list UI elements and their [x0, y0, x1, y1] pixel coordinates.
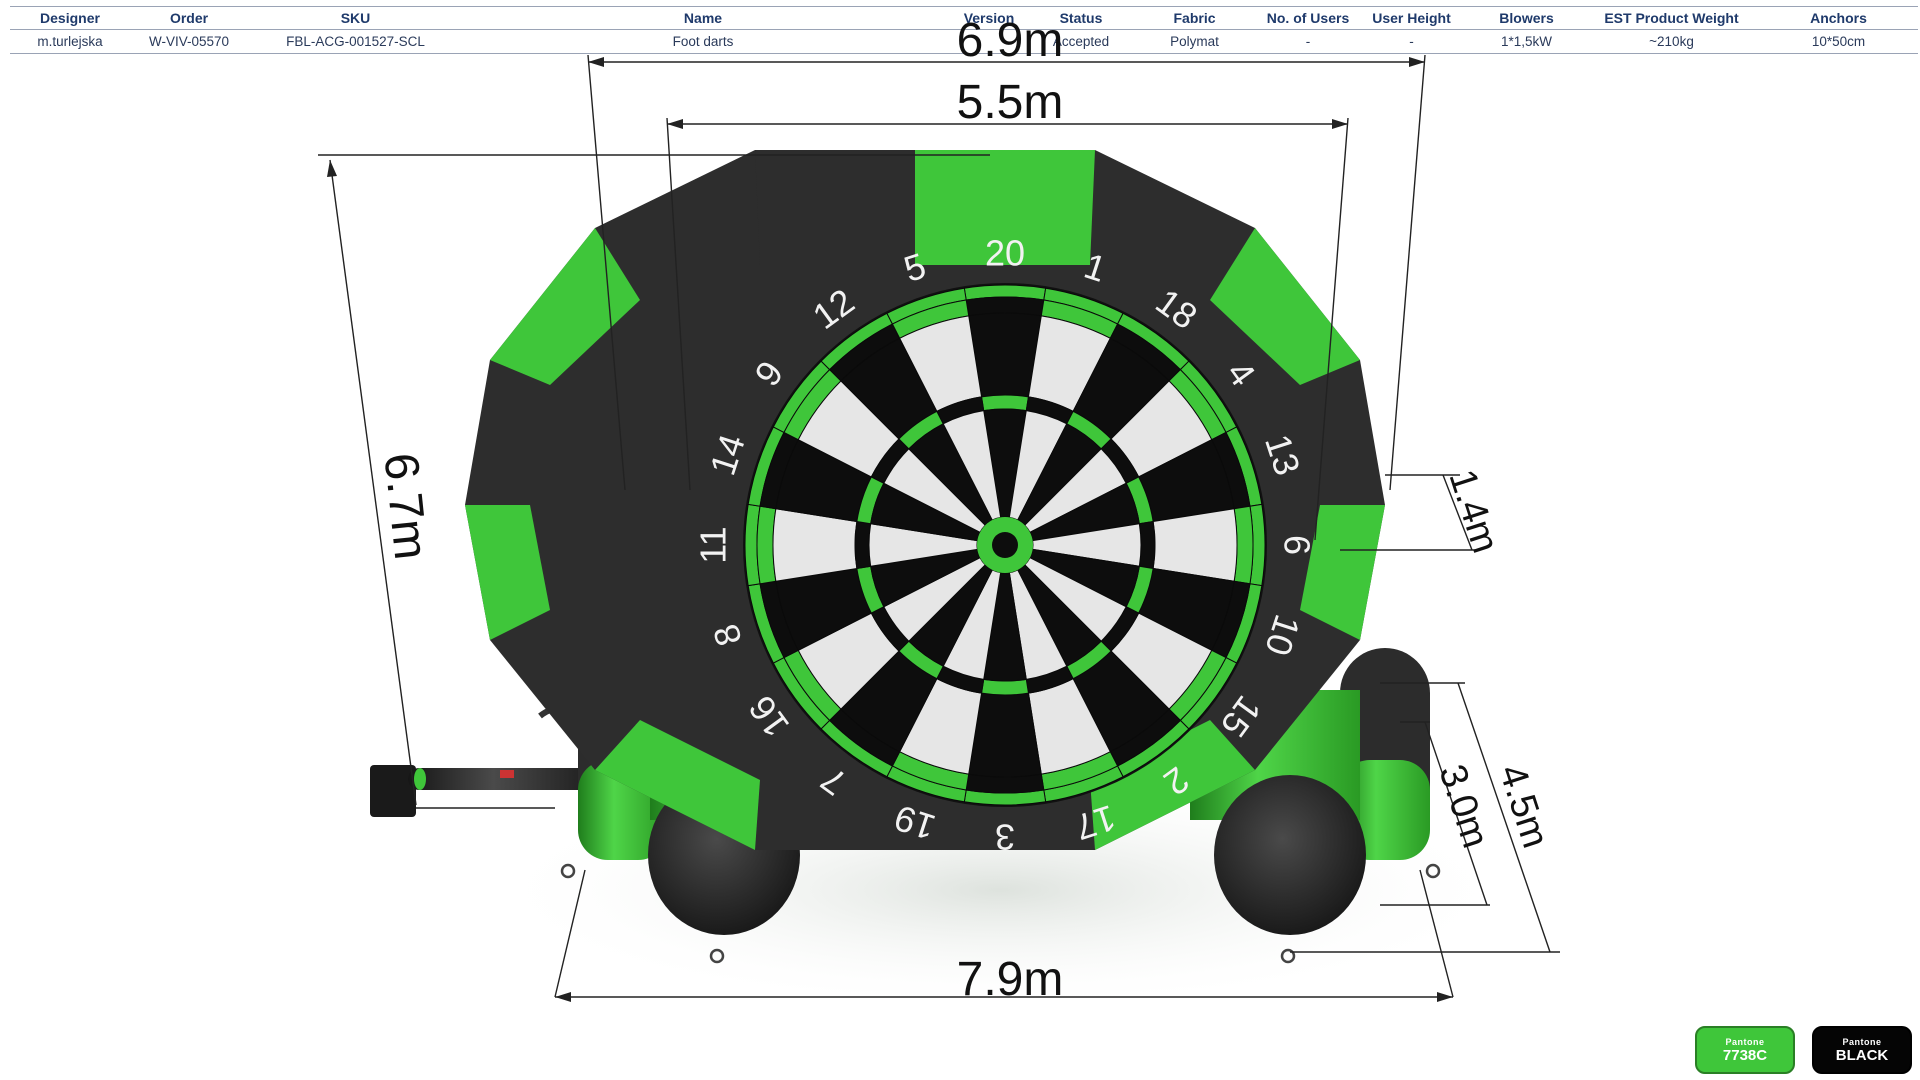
board-number: 3 — [995, 817, 1015, 858]
board-number: 6 — [1277, 535, 1318, 555]
board-segment — [980, 394, 1030, 412]
pantone-green-swatch: Pantone 7738C — [1695, 1026, 1795, 1074]
dim-base-width: 7.9m — [957, 953, 1064, 1006]
dim-top-width: 6.9m — [957, 14, 1064, 67]
board-segment — [1138, 520, 1156, 570]
board-number: 11 — [693, 526, 734, 563]
bullseye-inner — [992, 532, 1018, 558]
dim-side-height: 1.4m — [1440, 465, 1506, 558]
board-number: 20 — [985, 233, 1025, 274]
pantone-black-code: BLACK — [1835, 1046, 1889, 1064]
pantone-black-brand: Pantone — [1842, 1036, 1882, 1047]
pantone-green-code: 7738C — [1722, 1046, 1768, 1064]
pantone-green-brand: Pantone — [1725, 1036, 1765, 1047]
dim-height: 6.7m — [373, 451, 437, 563]
product-drawing: 20 11841361015217319716811149125 6.9m 5.… — [318, 14, 1560, 1010]
board-segment — [980, 678, 1030, 696]
board-segment — [854, 520, 872, 570]
dartboard-face — [743, 283, 1267, 807]
dim-board-width: 5.5m — [957, 76, 1064, 129]
pantone-black-swatch: Pantone BLACK — [1812, 1026, 1912, 1074]
